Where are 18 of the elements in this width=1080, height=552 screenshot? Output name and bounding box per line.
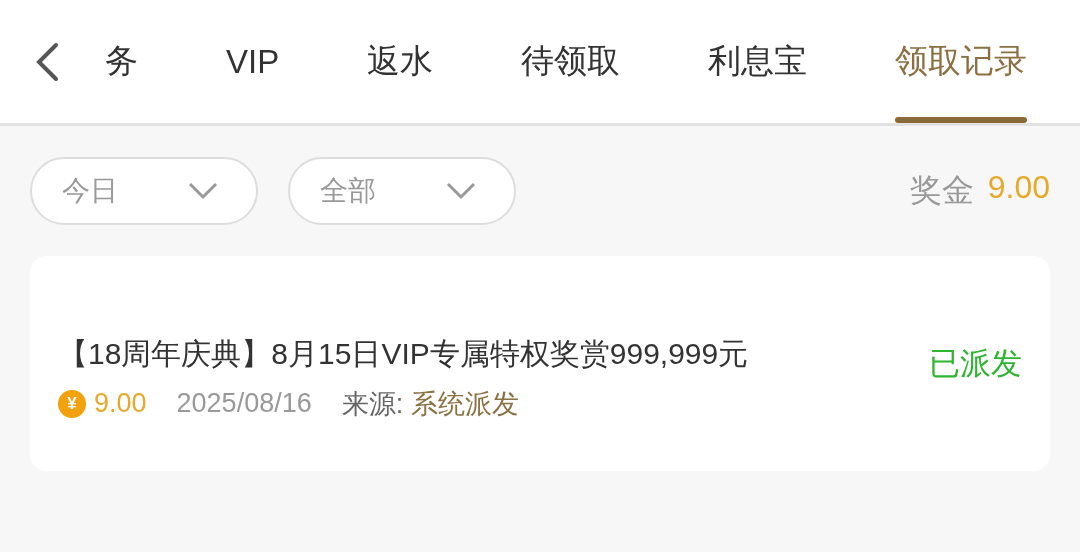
record-amount: 9.00 (94, 388, 147, 419)
tab[interactable]: 利息宝 (664, 0, 852, 123)
source-value: 系统派发 (411, 387, 520, 421)
coin-icon: ¥ (58, 389, 86, 418)
tab[interactable]: 领取记录 (851, 0, 1072, 123)
status-text: 已派发 (929, 344, 1022, 383)
tab[interactable]: 待领取 (477, 0, 665, 123)
tab[interactable]: 返水 (323, 0, 478, 123)
record-title: 【18周年庆典】8月15日VIP专属特权奖赏999,999元 (58, 335, 750, 372)
tab[interactable]: 务 (61, 0, 182, 123)
tab[interactable]: VIP (182, 0, 324, 123)
chevron-down-icon (188, 182, 218, 200)
bonus-label: 奖金 (909, 171, 974, 210)
source-label: 来源: (341, 387, 404, 421)
back-icon[interactable] (34, 41, 60, 82)
bonus-amount: 9.00 (987, 169, 1050, 207)
record-date: 2025/08/16 (176, 388, 312, 419)
chevron-down-icon (446, 182, 476, 200)
